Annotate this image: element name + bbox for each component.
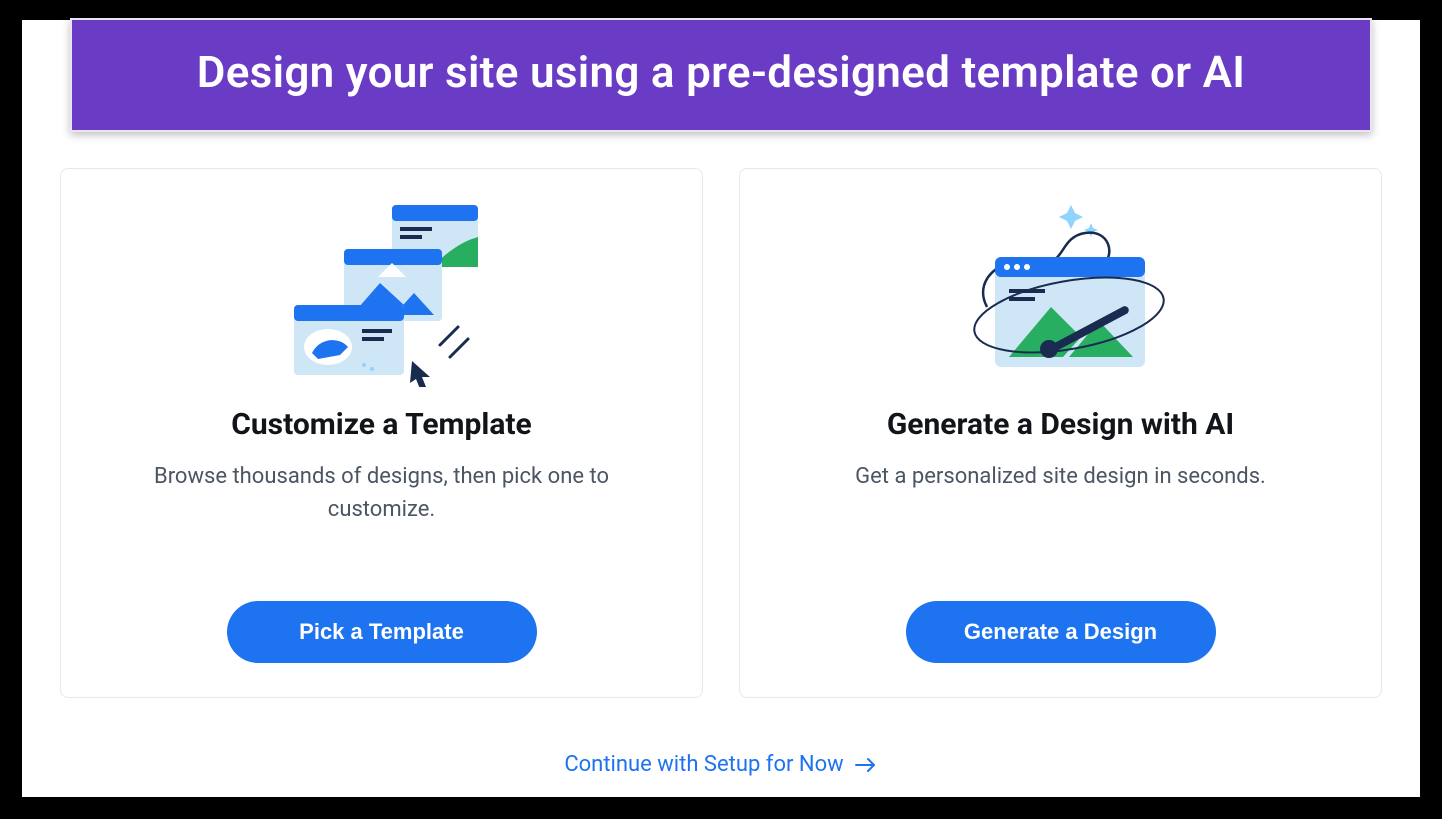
page-banner: Design your site using a pre-designed te… xyxy=(70,18,1372,132)
card-description: Get a personalized site design in second… xyxy=(855,460,1266,493)
cta-label: Pick a Template xyxy=(299,619,464,644)
card-customize-template[interactable]: Customize a Template Browse thousands of… xyxy=(60,168,703,698)
card-title: Generate a Design with AI xyxy=(887,407,1234,442)
white-panel: Design your site using a pre-designed te… xyxy=(22,20,1420,797)
footer-link-row: Continue with Setup for Now xyxy=(22,752,1420,777)
templates-illustration-icon xyxy=(272,197,492,387)
page-stage: Design your site using a pre-designed te… xyxy=(0,0,1442,819)
card-generate-ai[interactable]: Generate a Design with AI Get a personal… xyxy=(739,168,1382,698)
arrow-right-icon xyxy=(854,756,878,774)
card-description: Browse thousands of designs, then pick o… xyxy=(122,460,642,526)
cta-label: Generate a Design xyxy=(964,619,1157,644)
continue-setup-link[interactable]: Continue with Setup for Now xyxy=(564,752,877,777)
card-title: Customize a Template xyxy=(231,407,532,442)
banner-title: Design your site using a pre-designed te… xyxy=(197,46,1246,98)
ai-illustration-icon xyxy=(951,197,1171,387)
option-cards-row: Customize a Template Browse thousands of… xyxy=(60,168,1382,698)
continue-label: Continue with Setup for Now xyxy=(564,752,843,777)
generate-design-button[interactable]: Generate a Design xyxy=(906,601,1216,663)
pick-template-button[interactable]: Pick a Template xyxy=(227,601,537,663)
